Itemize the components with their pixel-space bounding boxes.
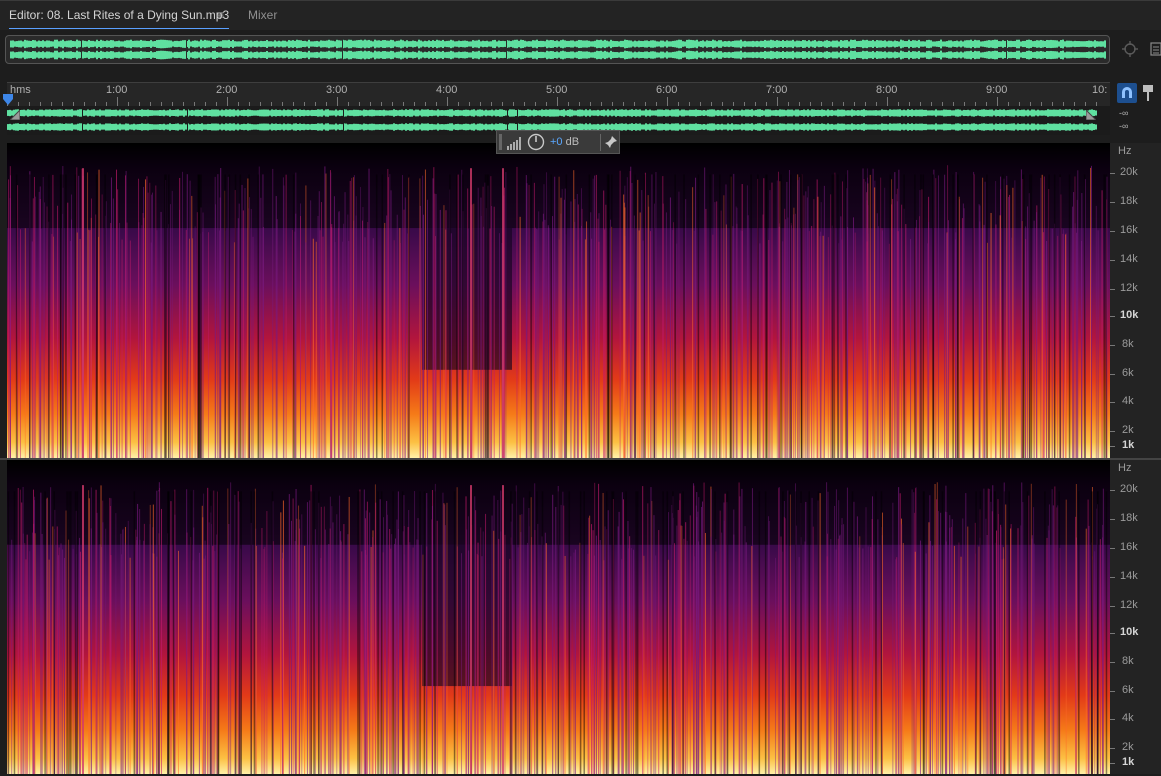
freq-axis-label: 14k	[1120, 570, 1138, 582]
freq-axis-label: 20k	[1120, 483, 1138, 495]
grip-icon[interactable]	[499, 134, 502, 150]
ruler-tick-label: 4:00	[436, 84, 458, 96]
freq-axis-unit: Hz	[1118, 462, 1132, 474]
spectrogram-image	[7, 143, 1110, 458]
ruler-unit-label: hms	[10, 84, 31, 96]
freq-axis-tick	[1110, 402, 1115, 403]
freq-axis-label: 12k	[1120, 282, 1138, 294]
gain-readout[interactable]: +0 dB	[550, 136, 579, 148]
ruler-tick-label: 9:00	[986, 84, 1008, 96]
channel-level-bottom: -∞	[1119, 121, 1129, 131]
spectrogram-left-channel[interactable]	[7, 143, 1110, 458]
freq-axis-label: 1k	[1122, 756, 1135, 768]
freq-axis-tick	[1110, 519, 1115, 520]
freq-axis-tick	[1110, 289, 1115, 290]
freq-axis-label: 14k	[1120, 253, 1138, 265]
freq-axis-tick	[1110, 431, 1115, 432]
channel-level-top: -∞	[1119, 108, 1129, 118]
freq-axis-label: 10k	[1120, 309, 1139, 321]
freq-axis-label: 1k	[1122, 439, 1135, 451]
ruler-tick-label: 3:00	[326, 84, 348, 96]
freq-axis-tick	[1110, 606, 1115, 607]
ruler-tick-label: 8:00	[876, 84, 898, 96]
freq-axis-label: 16k	[1120, 224, 1138, 236]
freq-axis-label: 8k	[1122, 338, 1134, 350]
freq-axis-tick	[1110, 719, 1115, 720]
freq-axis-label: 2k	[1122, 424, 1134, 436]
freq-axis-label: 20k	[1120, 166, 1138, 178]
crosshair-zoom-icon[interactable]	[1122, 41, 1138, 57]
freq-axis-label: 16k	[1120, 541, 1138, 553]
freq-axis-tick	[1110, 202, 1115, 203]
freq-axis-tick	[1110, 662, 1115, 663]
freq-axis-tick	[1110, 691, 1115, 692]
gain-unit: dB	[565, 136, 580, 148]
freq-axis-tick	[1110, 446, 1115, 447]
tab-bar: Editor: 08. Last Rites of a Dying Sun.mp…	[0, 0, 1161, 30]
fade-out-handle-icon[interactable]	[1086, 110, 1096, 120]
freq-axis-tick	[1110, 490, 1115, 491]
freq-axis-label: 6k	[1122, 367, 1134, 379]
tab-mixer[interactable]: Mixer	[248, 8, 277, 26]
freq-axis-tick	[1110, 316, 1115, 317]
tab-editor[interactable]: Editor: 08. Last Rites of a Dying Sun.mp…	[9, 8, 230, 29]
tab-menu-icon[interactable]: ≡	[217, 8, 224, 22]
freq-axis-label: 18k	[1120, 195, 1138, 207]
freq-axis-unit: Hz	[1118, 145, 1132, 157]
fade-in-handle-icon[interactable]	[10, 110, 20, 120]
frequency-axis-bottom: Hz 20k 18k 16k 14k 12k 10k 8k 6k 4k 2k 1k	[1110, 460, 1161, 774]
freq-axis-label: 6k	[1122, 684, 1134, 696]
ruler-tick-label: 5:00	[546, 84, 568, 96]
ruler-tick-label: 10:	[1092, 84, 1108, 96]
freq-axis-label: 4k	[1122, 395, 1134, 407]
gain-value: +0	[550, 136, 563, 148]
freq-axis-tick	[1110, 633, 1115, 634]
hud-separator	[600, 134, 601, 151]
freq-axis-label: 10k	[1120, 626, 1139, 638]
marker-pin-icon[interactable]	[1142, 84, 1154, 102]
freq-axis-tick	[1110, 763, 1115, 764]
ruler-tick-label: 2:00	[216, 84, 238, 96]
list-icon[interactable]	[1150, 41, 1161, 57]
ruler-tick-label: 1:00	[106, 84, 128, 96]
frequency-axis-top: Hz 20k 18k 16k 14k 12k 10k 8k 6k 4k 2k 1k	[1110, 143, 1161, 458]
pin-icon[interactable]	[605, 136, 617, 148]
overview-navigator[interactable]	[5, 35, 1110, 64]
snap-magnet-icon	[1122, 87, 1132, 98]
freq-axis-label: 18k	[1120, 512, 1138, 524]
freq-axis-tick	[1110, 577, 1115, 578]
spectrogram-right-channel[interactable]	[7, 460, 1110, 774]
freq-axis-tick	[1110, 173, 1115, 174]
time-ruler[interactable]: hms 1:00 2:00 3:00 4:00 5:00 6:00 7:00 8…	[7, 82, 1110, 107]
freq-axis-tick	[1110, 231, 1115, 232]
ruler-tick-label: 7:00	[766, 84, 788, 96]
freq-axis-label: 2k	[1122, 741, 1134, 753]
freq-axis-label: 12k	[1120, 599, 1138, 611]
gain-hud: +0 dB	[496, 130, 620, 154]
freq-axis-tick	[1110, 548, 1115, 549]
level-bars-icon	[507, 137, 521, 150]
freq-axis-label: 8k	[1122, 655, 1134, 667]
freq-axis-label: 4k	[1122, 712, 1134, 724]
freq-axis-tick	[1110, 748, 1115, 749]
spectrogram-image	[7, 460, 1110, 774]
playhead-marker-icon[interactable]	[3, 94, 13, 106]
overview-waveform	[10, 38, 1106, 61]
gain-knob-icon[interactable]	[527, 133, 545, 151]
freq-axis-tick	[1110, 345, 1115, 346]
snap-button[interactable]	[1117, 83, 1137, 103]
freq-axis-tick	[1110, 374, 1115, 375]
freq-axis-tick	[1110, 260, 1115, 261]
ruler-tick-label: 6:00	[656, 84, 678, 96]
